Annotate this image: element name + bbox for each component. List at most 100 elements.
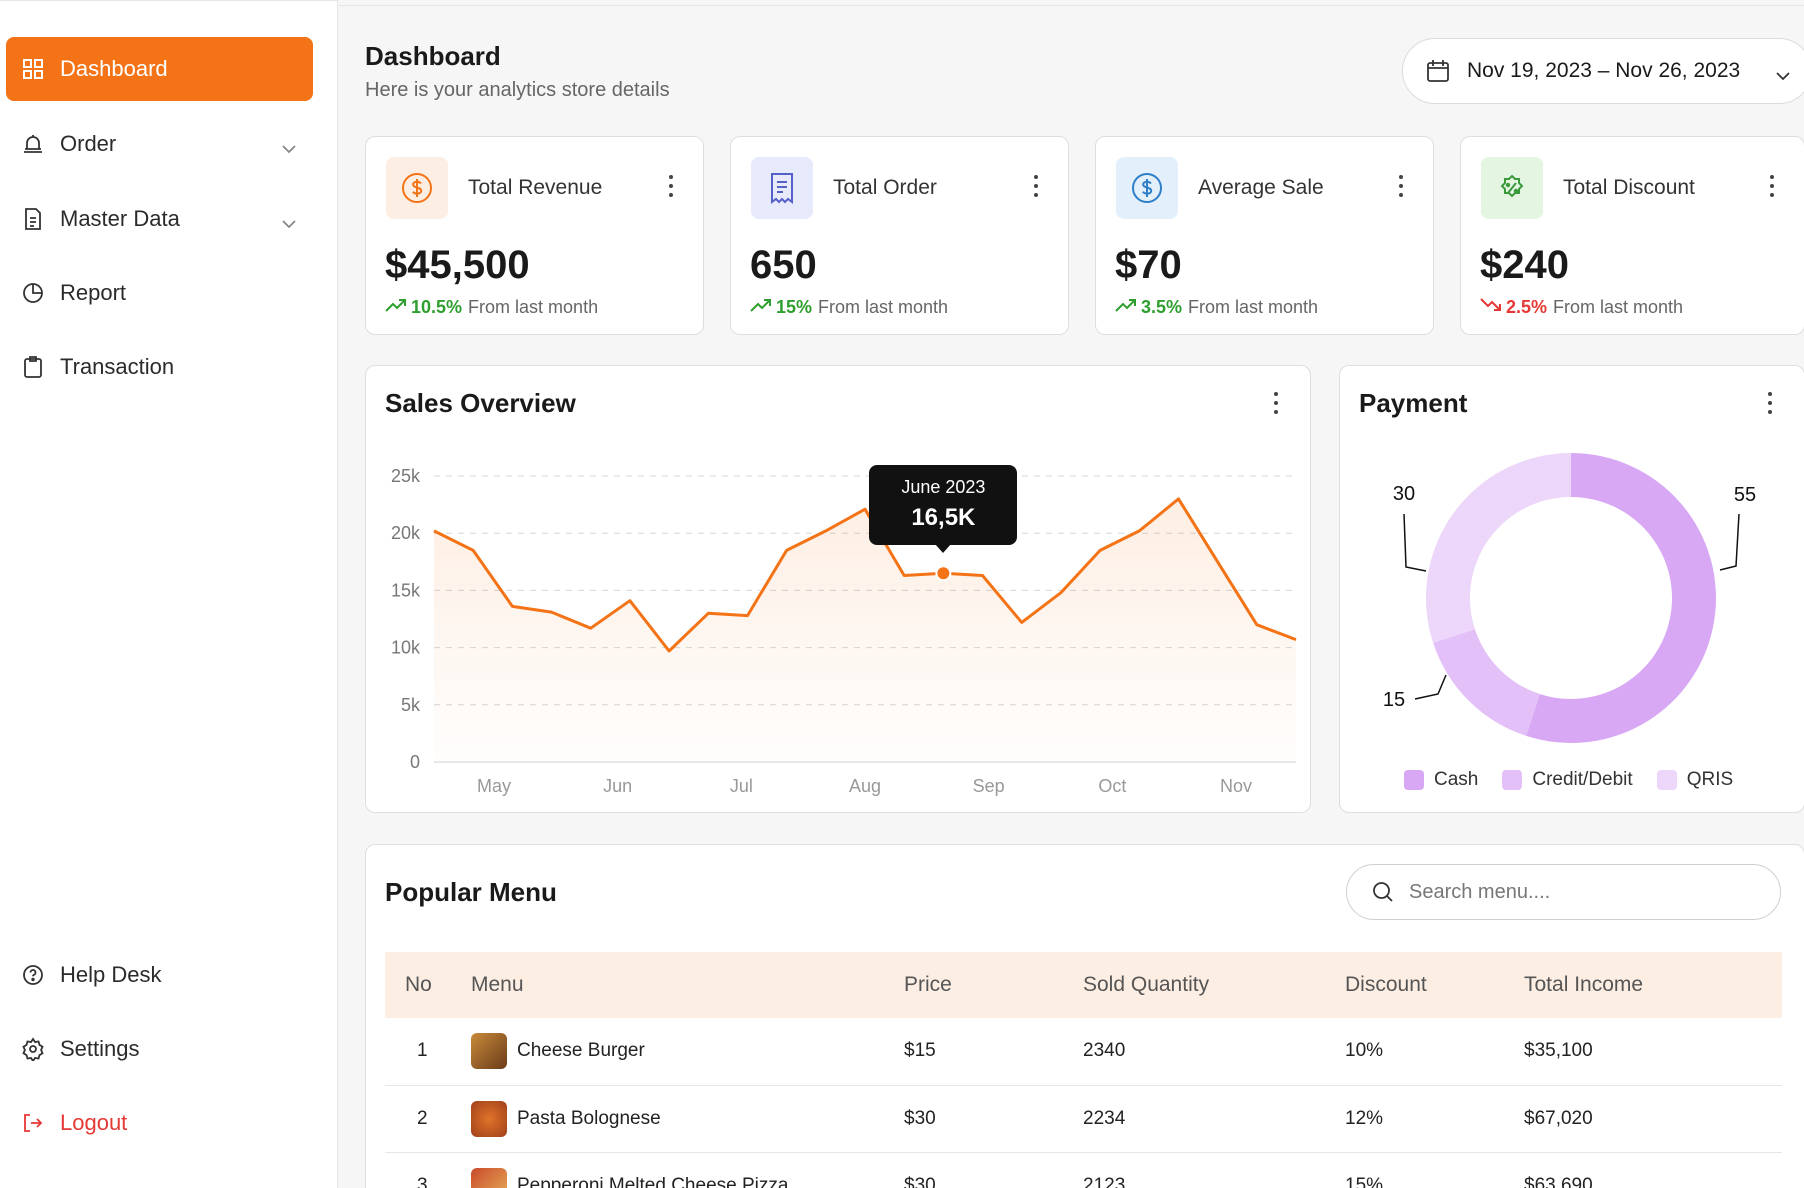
sidebar-item-order[interactable]: Order [6,112,313,176]
y-tick-label: 10k [391,638,421,658]
dollar-icon [386,157,448,219]
sidebar-item-transaction[interactable]: Transaction [6,335,313,399]
stat-note: From last month [1188,297,1319,317]
x-tick-label: Nov [1220,776,1252,796]
popular-menu-table: No Menu Price Sold Quantity Discount Tot… [385,952,1782,1188]
stat-value: $45,500 [385,243,530,287]
date-range-picker[interactable]: Nov 19, 2023 – Nov 26, 2023 [1402,38,1804,104]
table-row[interactable]: 3 Pepperoni Melted Cheese Pizza $30 2123… [385,1152,1782,1188]
stat-note: From last month [1553,297,1684,317]
cell-price: $30 [884,1085,1063,1153]
x-tick-label: May [477,776,511,796]
cell-menu: Pepperoni Melted Cheese Pizza [451,1152,884,1188]
stat-value: $240 [1480,243,1569,287]
cell-no: 2 [385,1085,451,1153]
trend-up-icon [750,297,772,318]
stat-percent: 10.5% [411,297,463,317]
column-header-sold-quantity[interactable]: Sold Quantity [1063,952,1325,1018]
y-tick-label: 15k [391,580,421,600]
page-title: Dashboard [365,41,501,71]
pie-chart-icon [20,280,46,306]
stat-card-total-discount: Total Discount $240 2.5% From last month [1460,136,1804,335]
cell-income: $67,020 [1504,1085,1782,1153]
sidebar-item-master-data[interactable]: Master Data [6,187,313,251]
main-content: Dashboard Here is your analytics store d… [339,5,1804,1188]
dollar-icon [1116,157,1178,219]
page-subtitle: Here is your analytics store details [365,79,670,101]
legend-swatch [1502,770,1523,790]
stat-card-total-order: Total Order 650 15% From last month [730,136,1069,335]
tooltip-label: June 2023 [901,477,986,498]
trend-up-icon [385,297,407,318]
column-header-discount[interactable]: Discount [1325,952,1504,1018]
stat-percent: 15% [776,297,813,317]
sidebar-item-dashboard[interactable]: Dashboard [6,37,313,101]
cell-qty: 2234 [1063,1085,1325,1153]
stat-value: $70 [1115,243,1182,287]
trend-up-icon [1115,297,1137,318]
column-header-total-income[interactable]: Total Income [1504,952,1782,1018]
sidebar-item-label: Transaction [60,354,175,379]
sidebar: Dashboard Order Master Data Report Trans… [0,0,338,1188]
chart-tooltip: June 2023 16,5K [869,465,1018,554]
stat-trend: 10.5% From last month [385,297,598,318]
cell-qty: 2123 [1063,1152,1325,1188]
cell-price: $30 [884,1152,1063,1188]
card-title: Popular Menu [385,877,557,907]
cell-income: $35,100 [1504,1018,1782,1086]
table-row[interactable]: 1 Cheese Burger $15 2340 10% $35,100 [385,1018,1782,1086]
cell-no: 3 [385,1152,451,1188]
cell-menu: Pasta Bolognese [451,1085,884,1153]
sidebar-item-help-desk[interactable]: Help Desk [6,943,313,1007]
donut-slice [1433,629,1540,736]
sales-overview-card: Sales Overview 0 5k 10k 15k 20k 25k May Jun Jul… [365,365,1311,813]
table-header-row: No Menu Price Sold Quantity Discount Tot… [385,952,1782,1018]
more-options-icon[interactable] [1034,175,1038,202]
slice-value-label: 55 [1734,484,1756,506]
stat-percent: 2.5% [1506,297,1548,317]
burger-thumbnail [471,1033,507,1070]
stat-value: 650 [750,243,817,287]
sidebar-item-settings[interactable]: Settings [6,1017,313,1081]
sidebar-item-logout[interactable]: Logout [6,1091,313,1155]
clipboard-icon [20,354,46,380]
stat-card-total-revenue: Total Revenue $45,500 10.5% From last mo… [365,136,704,335]
calendar-icon [1425,58,1451,84]
sidebar-item-label: Dashboard [60,56,168,81]
column-header-price[interactable]: Price [884,952,1063,1018]
column-header-no[interactable]: No [385,952,451,1018]
leader-line [1719,513,1740,571]
legend-item-credit-debit: Credit/Debit [1502,769,1633,791]
cell-qty: 2340 [1063,1018,1325,1086]
legend-label: QRIS [1686,769,1734,790]
search-input[interactable]: Search menu.... [1346,864,1781,920]
more-options-icon[interactable] [1770,175,1774,202]
date-range-text: Nov 19, 2023 – Nov 26, 2023 [1467,59,1741,82]
stat-label: Total Order [833,176,937,199]
question-icon [20,962,46,988]
sidebar-item-label: Master Data [60,206,180,231]
cell-price: $15 [884,1018,1063,1086]
stat-label: Average Sale [1198,176,1324,199]
more-options-icon[interactable] [669,175,673,202]
tooltip-arrow [935,544,952,554]
gear-icon [20,1036,46,1062]
x-tick-label: Aug [849,776,881,796]
chevron-down-icon [281,209,297,235]
leader-line [1403,513,1427,572]
sidebar-item-report[interactable]: Report [6,261,313,325]
x-tick-label: Oct [1098,776,1126,796]
discount-icon [1481,157,1543,219]
more-options-icon[interactable] [1399,175,1403,202]
stat-label: Total Revenue [468,176,603,199]
table-row[interactable]: 2 Pasta Bolognese $30 2234 12% $67,020 [385,1085,1782,1153]
stat-percent: 3.5% [1141,297,1183,317]
sales-area [434,498,1296,762]
slice-value-label: 15 [1383,689,1405,711]
trend-down-icon [1480,297,1502,318]
sales-highlight-point [935,565,952,582]
menu-name: Pepperoni Melted Cheese Pizza [517,1174,789,1188]
column-header-menu[interactable]: Menu [451,952,884,1018]
sidebar-item-label: Order [60,131,117,156]
chevron-down-icon [1775,63,1791,87]
